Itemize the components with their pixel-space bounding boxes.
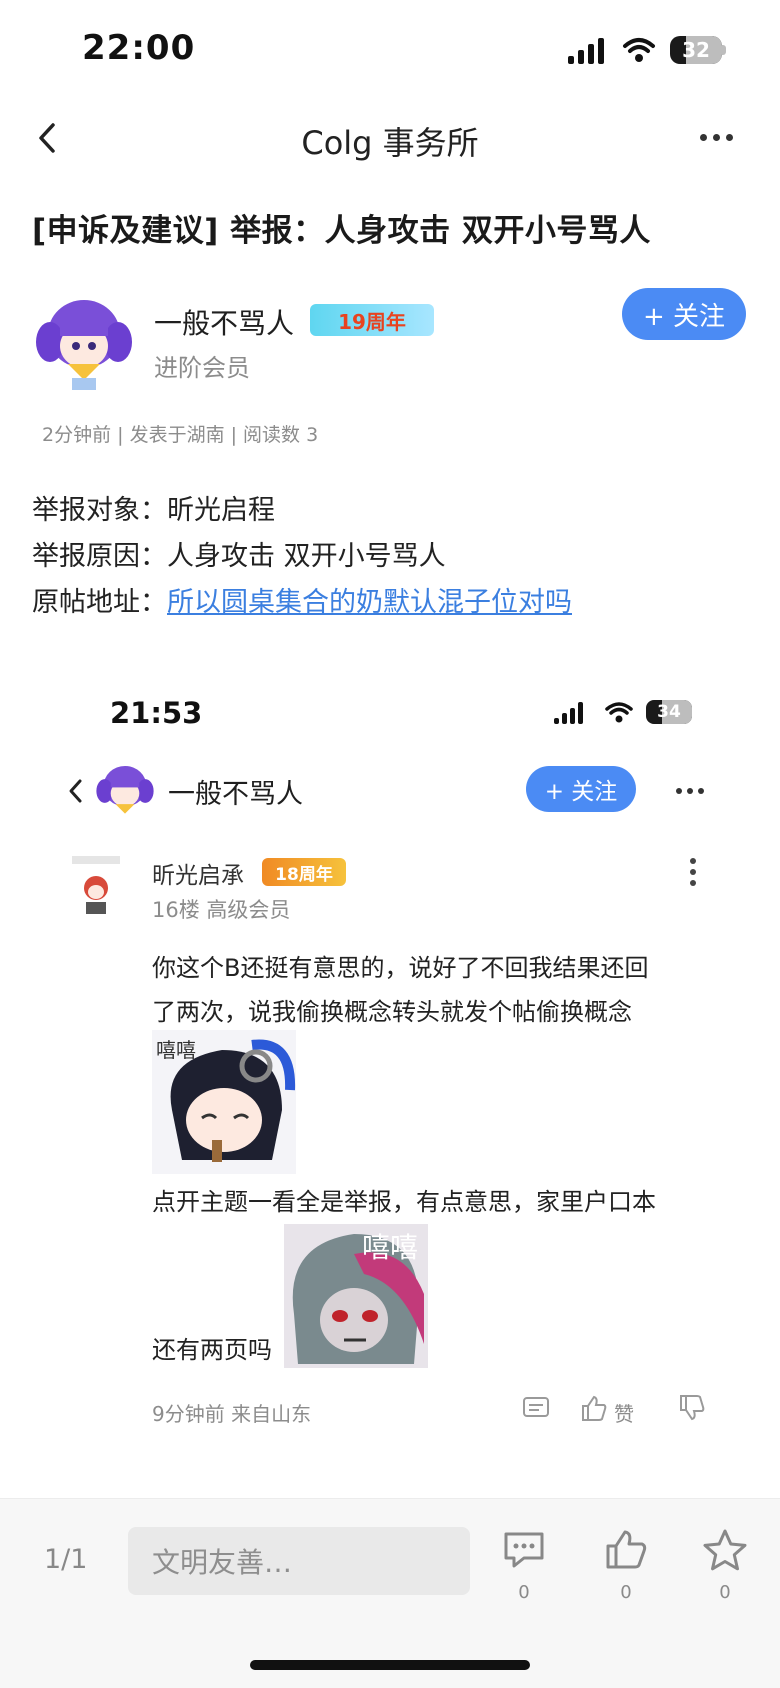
original-post-link[interactable]: 所以圆桌集合的奶默认混子位对吗 xyxy=(167,587,572,618)
author-name[interactable]: 一般不骂人 xyxy=(154,302,294,342)
nav-title: Colg 事务所 xyxy=(301,124,479,162)
screenshot-wifi-icon xyxy=(605,702,633,723)
comment-thumb-down-icon xyxy=(680,1395,705,1421)
comment-line-1: 你这个B还挺有意思的，说好了不回我结果还回 xyxy=(152,954,649,982)
report-target: 举报对象：昕光启程 xyxy=(32,495,275,526)
post-meta: 2分钟前 | 发表于湖南 | 阅读数 3 xyxy=(42,424,319,446)
sticker-2-caption: 嘻嘻 xyxy=(362,1231,419,1264)
commenter-floor-rank: 16楼 高级会员 xyxy=(152,898,291,922)
like-count: 0 xyxy=(620,1582,632,1603)
comment-reply-icon xyxy=(523,1397,549,1417)
more-icon[interactable] xyxy=(700,134,733,141)
sticker-1-caption: 嘻嘻 xyxy=(156,1038,196,1062)
favorite-count: 0 xyxy=(719,1582,731,1603)
home-indicator xyxy=(250,1660,530,1670)
status-time: 22:00 xyxy=(82,28,196,68)
post-title: [申诉及建议] 举报：人身攻击 双开小号骂人 xyxy=(32,213,651,249)
wifi-icon xyxy=(623,38,655,62)
screenshot-author-avatar xyxy=(94,760,156,822)
comment-thumb-up-icon xyxy=(582,1395,607,1421)
follow-button[interactable]: + 关注 xyxy=(622,288,746,340)
commenter-badge: 18周年 xyxy=(262,858,346,886)
comment-line-4: 还有两页吗 xyxy=(152,1336,272,1364)
sticker-image-2: 嘻嘻 xyxy=(284,1224,428,1368)
comment-input-placeholder: 文明友善… xyxy=(152,1546,293,1579)
comment-count: 0 xyxy=(518,1582,530,1603)
comment-footer: 9分钟前 来自山东 xyxy=(152,1402,312,1426)
page-indicator: 1/1 xyxy=(44,1544,88,1575)
comment-like-label: 赞 xyxy=(614,1402,634,1426)
comment-icon[interactable] xyxy=(502,1530,546,1570)
screenshot-battery-icon: 34 xyxy=(646,700,692,724)
thumb-up-icon[interactable] xyxy=(604,1528,648,1570)
report-original-link: 原帖地址：所以圆桌集合的奶默认混子位对吗 xyxy=(32,587,572,618)
embedded-screenshot: 21:53 34 一般不骂人 + 关注 昕光启承 18周年 16楼 高级会员 你… xyxy=(0,660,780,1460)
comment-input[interactable]: 文明友善… xyxy=(128,1527,470,1595)
sticker-image-1: 嘻嘻 xyxy=(152,1030,296,1174)
author-avatar[interactable] xyxy=(32,290,136,394)
commenter-avatar xyxy=(68,854,124,918)
screenshot-time: 21:53 xyxy=(110,696,203,730)
anniversary-badge: 19周年 xyxy=(310,304,434,336)
author-rank: 进阶会员 xyxy=(154,354,250,382)
screenshot-signal-icon xyxy=(554,702,583,724)
signal-icon xyxy=(568,38,604,64)
battery-icon: 32 xyxy=(670,36,722,64)
screenshot-follow-button: + 关注 xyxy=(526,766,636,812)
commenter-name: 昕光启承 xyxy=(152,863,244,889)
star-icon[interactable] xyxy=(702,1528,748,1572)
screenshot-header-name: 一般不骂人 xyxy=(168,779,303,810)
comment-line-3: 点开主题一看全是举报，有点意思，家里户口本 xyxy=(152,1188,656,1216)
comment-more-icon xyxy=(690,858,696,886)
report-reason: 举报原因：人身攻击 双开小号骂人 xyxy=(32,541,446,572)
comment-line-2: 了两次，说我偷换概念转头就发个帖偷换概念 xyxy=(152,998,632,1026)
screenshot-more-icon xyxy=(676,788,704,794)
screenshot-back-icon xyxy=(69,779,82,803)
